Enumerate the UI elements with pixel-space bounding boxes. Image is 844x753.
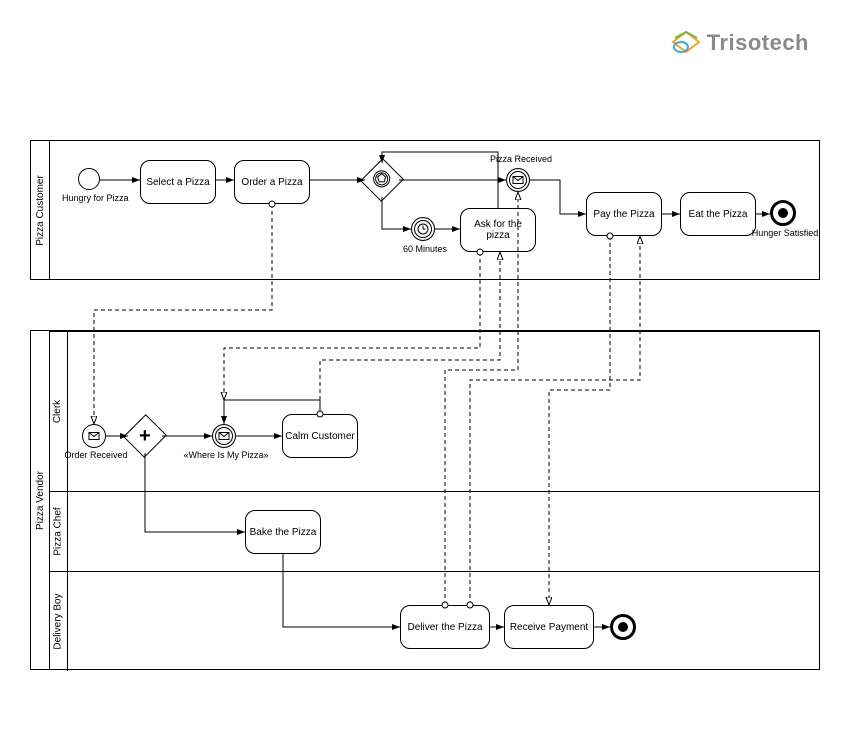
lane-clerk: Clerk (49, 331, 819, 491)
end-vendor (610, 614, 636, 640)
start-hungry (78, 168, 100, 190)
timer-icon (417, 223, 429, 235)
event-pizza-received-label: Pizza Received (486, 154, 556, 164)
task-ask-pizza: Ask for the pizza (460, 208, 536, 252)
task-bake-pizza: Bake the Pizza (245, 510, 321, 554)
timer-60min (411, 217, 435, 241)
lane-chef: Pizza Chef (49, 491, 819, 571)
task-deliver-pizza: Deliver the Pizza (400, 605, 490, 649)
event-where-pizza-label: «Where Is My Pizza» (178, 450, 274, 460)
start-order-received-label: Order Received (62, 450, 130, 460)
task-order-pizza: Order a Pizza (234, 160, 310, 204)
pool-vendor-label: Pizza Vendor (31, 331, 50, 669)
task-select-pizza: Select a Pizza (140, 160, 216, 204)
lane-delivery-label: Delivery Boy (49, 572, 68, 671)
parallel-gateway: + (128, 419, 162, 453)
pool-customer-label: Pizza Customer (31, 141, 50, 279)
message-icon (88, 430, 100, 442)
bpmn-canvas: Trisotech Pizza Customer Pizza Vendor Cl… (0, 0, 844, 753)
end-hunger-satisfied (770, 200, 796, 226)
task-calm-customer: Calm Customer (282, 414, 358, 458)
lane-clerk-label: Clerk (49, 332, 68, 491)
task-pay-pizza: Pay the Pizza (586, 192, 662, 236)
event-gateway-icon (373, 170, 391, 188)
message-icon (218, 430, 230, 442)
start-hungry-label: Hungry for Pizza (62, 193, 122, 203)
logo-icon (671, 30, 701, 56)
start-order-received (82, 424, 106, 448)
timer-label: 60 Minutes (398, 244, 452, 254)
brand-logo: Trisotech (671, 30, 809, 56)
task-eat-pizza: Eat the Pizza (680, 192, 756, 236)
lane-chef-label: Pizza Chef (49, 492, 68, 571)
event-based-gateway (365, 163, 399, 197)
task-receive-payment: Receive Payment (504, 605, 594, 649)
event-where-pizza (212, 424, 236, 448)
message-icon (512, 174, 524, 186)
end-satisfied-label: Hunger Satisfied (750, 228, 820, 238)
event-pizza-received (506, 168, 530, 192)
brand-name: Trisotech (707, 30, 809, 56)
